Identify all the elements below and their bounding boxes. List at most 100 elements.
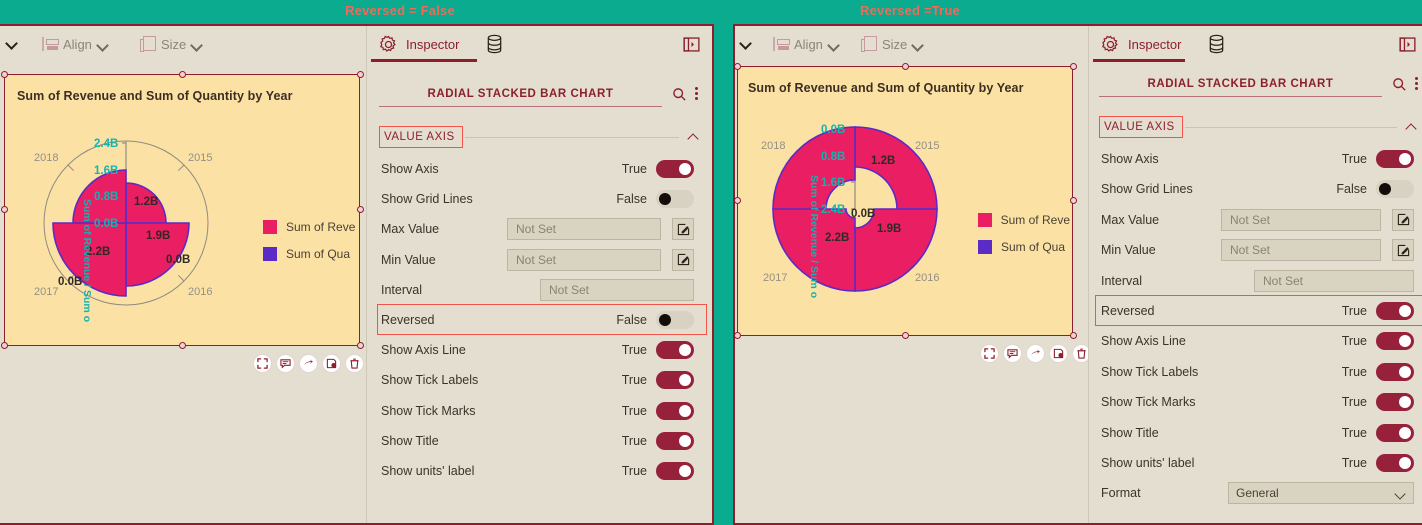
more-vertical-icon[interactable]	[1415, 76, 1419, 92]
setting-row-max-value[interactable]: Max Value Not Set	[367, 214, 710, 244]
setting-row-show-tick-labels[interactable]: Show Tick Labels True	[1089, 357, 1422, 387]
search-icon[interactable]	[672, 87, 687, 102]
toggle-switch[interactable]	[656, 431, 694, 450]
setting-row-show-grid-lines[interactable]: Show Grid Lines False	[1089, 174, 1422, 204]
edit-expression-icon[interactable]	[1392, 208, 1414, 231]
setting-row-show-axis[interactable]: Show Axis True	[1089, 144, 1422, 174]
toggle-switch[interactable]	[1376, 150, 1414, 168]
collapse-panel-button[interactable]	[683, 26, 700, 62]
chevron-up-icon[interactable]	[687, 131, 699, 143]
delete-icon[interactable]	[345, 354, 364, 373]
toggle-switch[interactable]	[1376, 180, 1414, 199]
comment-icon[interactable]	[1003, 344, 1022, 363]
expand-icon[interactable]	[980, 344, 999, 363]
text-input[interactable]: Not Set	[507, 248, 661, 271]
selection-handle-br[interactable]	[357, 342, 364, 349]
setting-row-show-tick-marks[interactable]: Show Tick Marks True	[1089, 387, 1422, 417]
setting-row-show-tick-labels[interactable]: Show Tick Labels True	[367, 365, 710, 395]
selection-handle-bl[interactable]	[1, 342, 8, 349]
setting-row-show-units-label[interactable]: Show units' label True	[1089, 448, 1422, 478]
align-menu[interactable]: Align	[42, 36, 110, 52]
legend-item[interactable]: Sum of Reve	[978, 213, 1070, 227]
tab-inspector[interactable]: Inspector	[1101, 26, 1181, 62]
edit-expression-icon[interactable]	[672, 248, 694, 271]
toggle-switch[interactable]	[1376, 393, 1414, 412]
tab-data[interactable]	[1207, 26, 1226, 62]
setting-row-show-axis-line[interactable]: Show Axis Line True	[367, 335, 710, 365]
size-menu[interactable]: Size	[861, 36, 925, 52]
setting-row-min-value[interactable]: Min Value Not Set	[367, 245, 710, 275]
left-chart-card[interactable]: Sum of Revenue and Sum of Quantity by Ye…	[4, 74, 360, 346]
toggle-switch[interactable]	[1376, 332, 1414, 351]
format-select[interactable]: General	[1228, 482, 1414, 505]
selection-handle-br[interactable]	[1070, 332, 1077, 339]
tab-data[interactable]	[485, 26, 504, 62]
save-icon[interactable]	[1049, 344, 1068, 363]
toggle-switch[interactable]	[1376, 454, 1414, 472]
save-icon[interactable]	[322, 354, 341, 373]
chevron-up-icon[interactable]	[1405, 121, 1417, 133]
text-input[interactable]: Not Set	[1254, 269, 1414, 292]
setting-row-show-title[interactable]: Show Title True	[367, 426, 710, 456]
legend-item[interactable]: Sum of Qua	[263, 247, 359, 261]
text-input[interactable]: Not Set	[1221, 208, 1381, 231]
right-chart-card[interactable]: Sum of Revenue and Sum of Quantity by Ye…	[737, 66, 1073, 336]
selection-handle-bl[interactable]	[734, 332, 741, 339]
setting-row-show-grid-lines[interactable]: Show Grid Lines False	[367, 184, 710, 214]
selection-handle-ml[interactable]	[734, 197, 741, 204]
search-icon[interactable]	[1392, 77, 1407, 92]
text-input[interactable]: Not Set	[540, 278, 694, 301]
toggle-switch[interactable]	[656, 371, 694, 390]
toggle-switch[interactable]	[656, 462, 694, 480]
setting-row-format[interactable]: Format General	[1089, 478, 1422, 508]
size-menu[interactable]: Size	[140, 36, 204, 52]
setting-row-interval[interactable]: Interval Not Set	[367, 275, 710, 305]
selection-handle-tc[interactable]	[902, 63, 909, 70]
setting-row-show-tick-marks[interactable]: Show Tick Marks True	[367, 396, 710, 426]
toggle-switch[interactable]	[656, 160, 694, 178]
selection-handle-tc[interactable]	[179, 71, 186, 78]
selection-handle-tl[interactable]	[734, 63, 741, 70]
text-input[interactable]: Not Set	[507, 218, 661, 241]
tab-inspector[interactable]: Inspector	[379, 26, 459, 62]
share-icon[interactable]	[299, 354, 318, 373]
expand-icon[interactable]	[253, 354, 272, 373]
setting-row-reversed[interactable]: Reversed False	[367, 305, 710, 335]
setting-row-show-axis[interactable]: Show Axis True	[367, 154, 710, 184]
setting-row-show-axis-line[interactable]: Show Axis Line True	[1089, 326, 1422, 356]
edit-expression-icon[interactable]	[1392, 239, 1414, 262]
legend-item[interactable]: Sum of Qua	[978, 240, 1070, 254]
section-header-value-axis[interactable]: VALUE AXIS	[1099, 116, 1417, 138]
selection-handle-tl[interactable]	[1, 71, 8, 78]
toggle-switch[interactable]	[656, 190, 694, 209]
setting-row-interval[interactable]: Interval Not Set	[1089, 266, 1422, 296]
toggle-switch[interactable]	[656, 311, 694, 329]
selection-handle-ml[interactable]	[1, 206, 8, 213]
toggle-switch[interactable]	[1376, 423, 1414, 442]
setting-row-show-units-label[interactable]: Show units' label True	[367, 456, 710, 486]
selection-handle-mr[interactable]	[357, 206, 364, 213]
legend-item[interactable]: Sum of Reve	[263, 220, 359, 234]
collapse-panel-button[interactable]	[1399, 26, 1416, 62]
toolbar-leading-dropdown[interactable]	[6, 36, 19, 49]
setting-row-reversed[interactable]: Reversed True	[1089, 296, 1422, 326]
more-vertical-icon[interactable]	[695, 86, 699, 102]
selection-handle-bc[interactable]	[902, 332, 909, 339]
toggle-switch[interactable]	[1376, 362, 1414, 381]
toolbar-leading-dropdown[interactable]	[740, 36, 753, 49]
align-menu[interactable]: Align	[773, 36, 841, 52]
toggle-switch[interactable]	[656, 341, 694, 360]
selection-handle-mr[interactable]	[1070, 197, 1077, 204]
selection-handle-tr[interactable]	[357, 71, 364, 78]
edit-expression-icon[interactable]	[672, 218, 694, 241]
setting-row-show-title[interactable]: Show Title True	[1089, 418, 1422, 448]
toggle-switch[interactable]	[656, 401, 694, 420]
selection-handle-bc[interactable]	[179, 342, 186, 349]
setting-row-min-value[interactable]: Min Value Not Set	[1089, 235, 1422, 265]
selection-handle-tr[interactable]	[1070, 63, 1077, 70]
setting-row-max-value[interactable]: Max Value Not Set	[1089, 205, 1422, 235]
share-icon[interactable]	[1026, 344, 1045, 363]
text-input[interactable]: Not Set	[1221, 239, 1381, 262]
comment-icon[interactable]	[276, 354, 295, 373]
section-header-value-axis[interactable]: VALUE AXIS	[379, 126, 699, 148]
